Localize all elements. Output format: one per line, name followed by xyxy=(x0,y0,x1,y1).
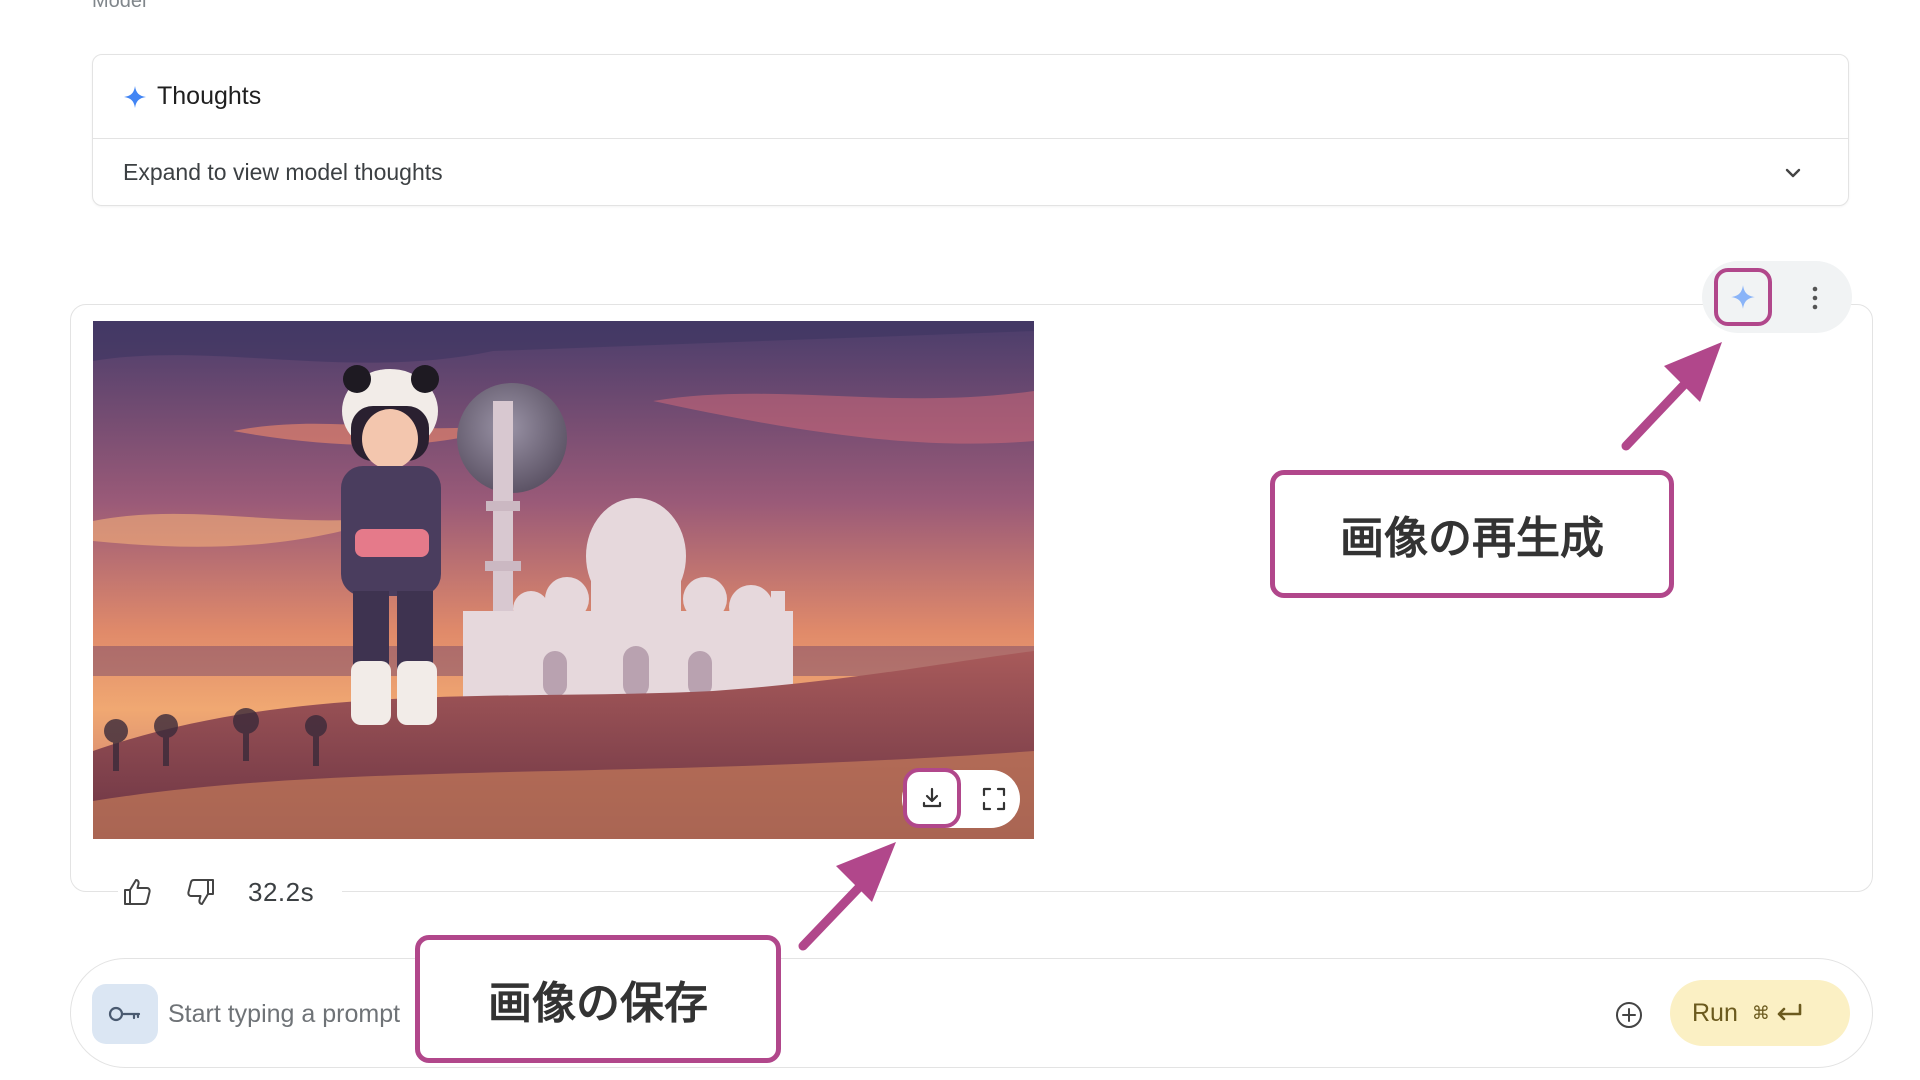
expand-thoughts-label: Expand to view model thoughts xyxy=(123,159,443,185)
download-icon xyxy=(922,787,942,808)
thumbs-up-button[interactable] xyxy=(118,873,156,911)
more-vert-icon xyxy=(1812,286,1818,310)
enter-key-icon xyxy=(1777,1003,1802,1021)
download-button[interactable] xyxy=(903,768,961,828)
regenerate-button[interactable] xyxy=(1714,268,1772,326)
thoughts-panel: Thoughts Expand to view model thoughts xyxy=(92,54,1849,206)
sparkle-icon xyxy=(123,85,147,109)
api-key-button[interactable] xyxy=(92,984,158,1044)
key-icon xyxy=(108,1006,141,1022)
add-media-button[interactable] xyxy=(1608,994,1650,1036)
run-button[interactable]: Run ⌘ xyxy=(1670,980,1850,1046)
regenerate-annotation: 画像の再生成 xyxy=(1270,470,1674,598)
generated-image[interactable] xyxy=(93,321,1034,839)
sparkle-icon xyxy=(1731,285,1755,309)
thumbs-up-icon xyxy=(124,879,151,905)
more-options-button[interactable] xyxy=(1797,278,1833,318)
add-circle-icon xyxy=(1616,1002,1642,1028)
chevron-down-icon xyxy=(1782,162,1804,184)
fullscreen-button[interactable] xyxy=(968,772,1020,826)
response-feedback: 32.2s xyxy=(118,869,343,915)
thoughts-title: Thoughts xyxy=(157,82,262,110)
command-key-glyph: ⌘ xyxy=(1751,1002,1770,1023)
thumbs-down-icon xyxy=(187,879,214,905)
thoughts-header: Thoughts xyxy=(93,55,1848,139)
fullscreen-icon xyxy=(982,787,1006,811)
save-annotation: 画像の保存 xyxy=(415,935,781,1063)
model-label: Model xyxy=(92,0,147,12)
expand-thoughts-toggle[interactable]: Expand to view model thoughts xyxy=(93,139,1848,206)
elapsed-time: 32.2s xyxy=(248,876,315,907)
thumbs-down-button[interactable] xyxy=(182,873,220,911)
run-label: Run xyxy=(1692,998,1738,1027)
